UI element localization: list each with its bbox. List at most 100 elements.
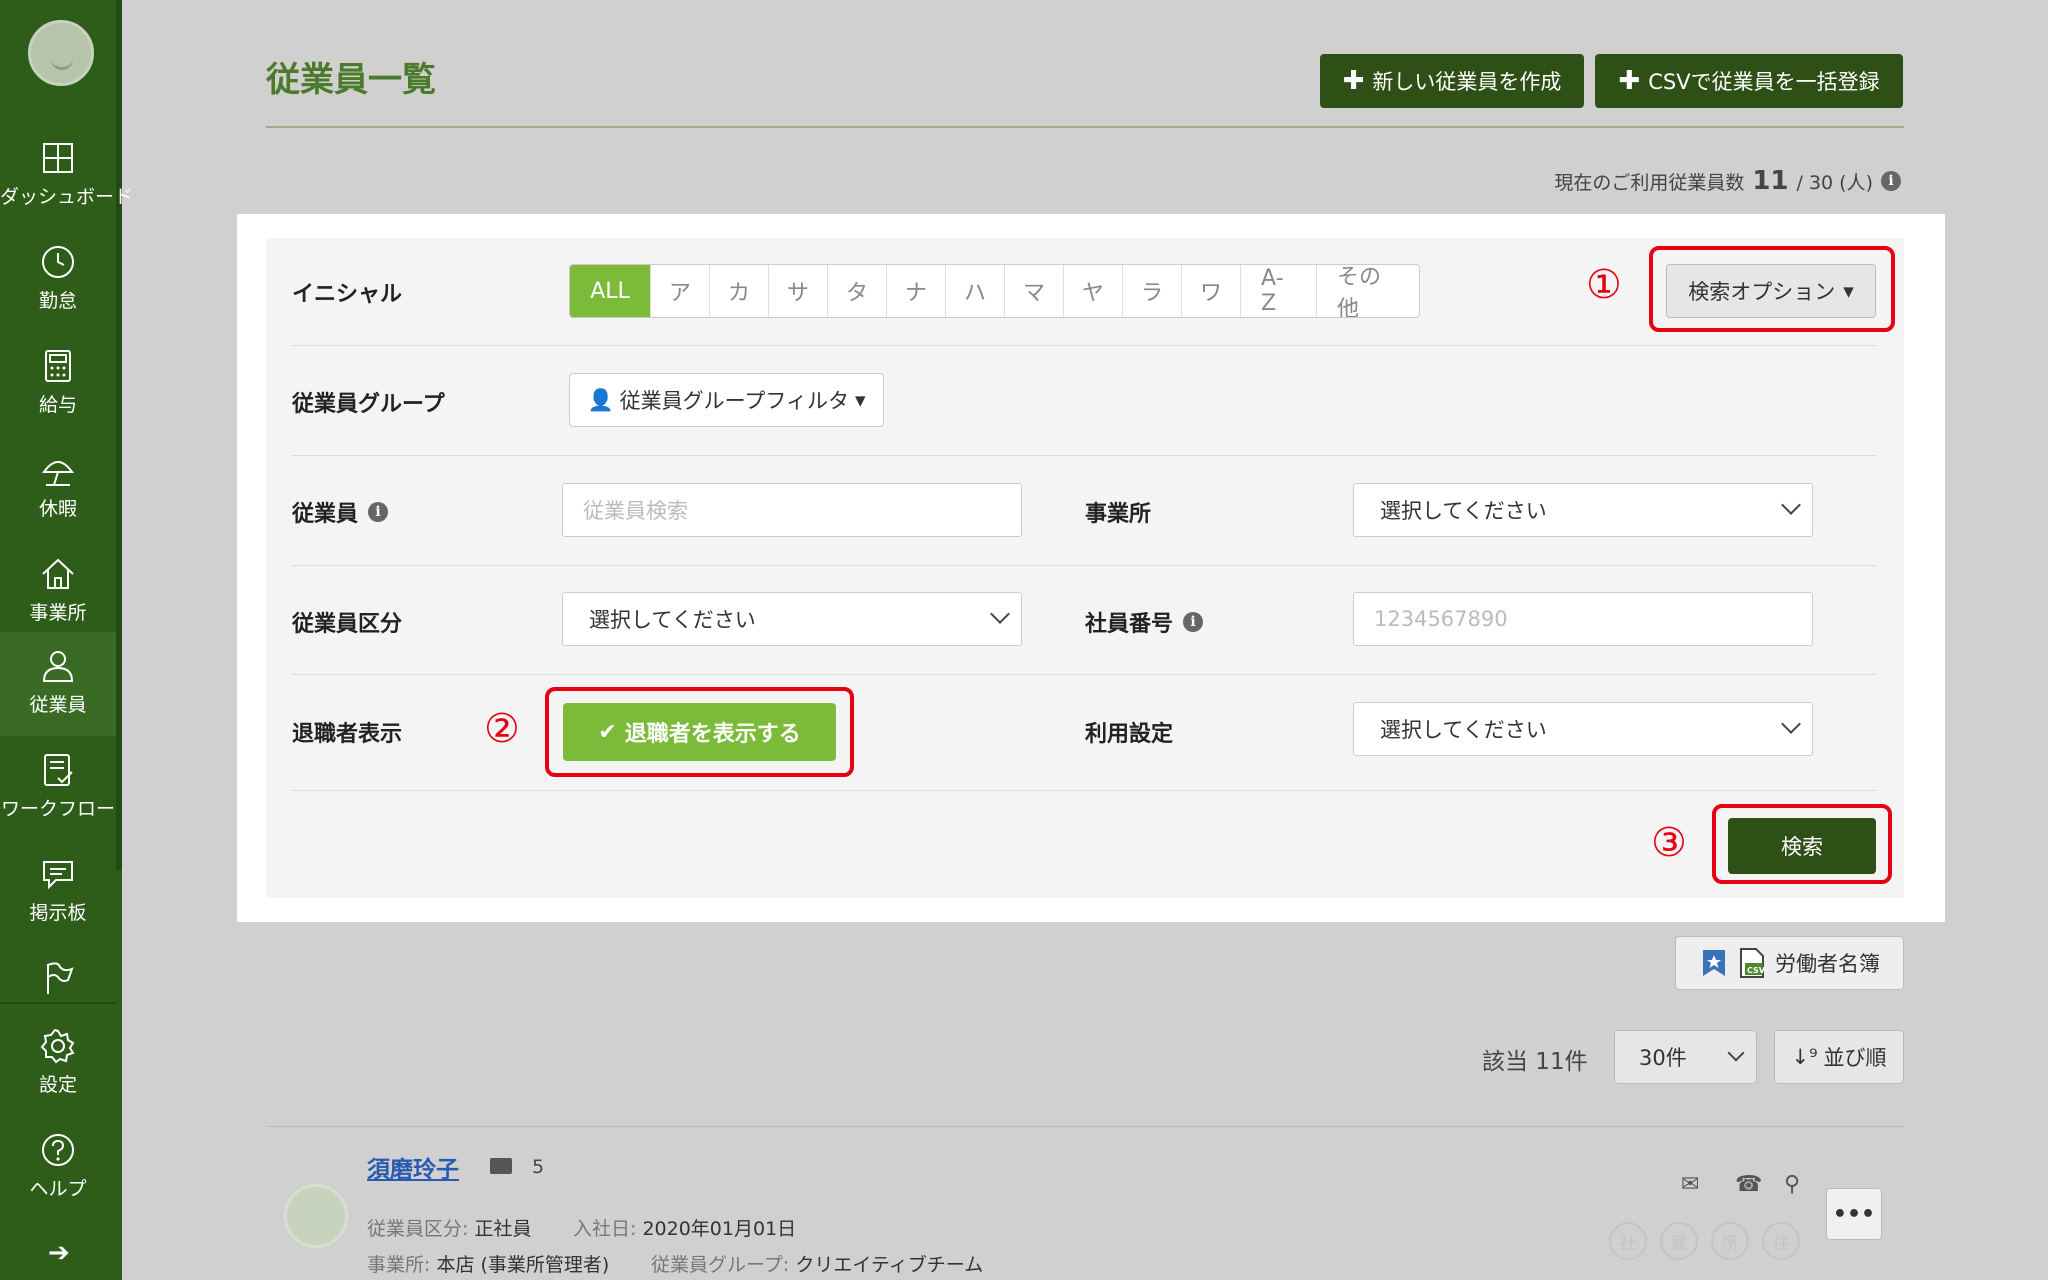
initial-wa[interactable]: ワ xyxy=(1182,265,1241,317)
office-select[interactable]: 選択してください xyxy=(1353,483,1813,537)
clock-icon xyxy=(42,246,74,278)
initial-na[interactable]: ナ xyxy=(887,265,946,317)
employee-avatar[interactable] xyxy=(284,1184,348,1248)
group-filter-dropdown[interactable]: 👤 従業員グループフィルタ ▾ xyxy=(569,373,884,427)
chevron-down-icon xyxy=(1781,714,1801,734)
collapse-arrow-icon[interactable]: ➔ xyxy=(48,1238,70,1268)
initial-sa[interactable]: サ xyxy=(769,265,828,317)
initial-ma[interactable]: マ xyxy=(1005,265,1064,317)
initial-all[interactable]: ALL xyxy=(570,265,651,317)
employee-number: 5 xyxy=(532,1156,545,1178)
employee-category-row: 従業員区分: 正社員 xyxy=(367,1214,531,1241)
sidebar-item-leave[interactable]: 休暇 xyxy=(0,436,116,540)
info-icon[interactable]: i xyxy=(1183,612,1204,632)
plus-icon: ✚ xyxy=(1618,66,1641,96)
sidebar-item-label: 設定 xyxy=(38,1074,77,1096)
location-pin-icon[interactable]: ⚲ xyxy=(1784,1172,1800,1197)
staff-no-label: 社員番号 xyxy=(1085,612,1174,637)
initial-ra[interactable]: ラ xyxy=(1123,265,1182,317)
group-filter-label: 従業員グループフィルタ xyxy=(619,389,849,413)
mail-icon[interactable]: ✉ xyxy=(1681,1172,1699,1197)
initial-ta[interactable]: タ xyxy=(828,265,887,317)
initial-ya[interactable]: ヤ xyxy=(1064,265,1123,317)
sidebar-item-flag[interactable] xyxy=(0,944,116,1000)
usage-setting-value: 選択してください xyxy=(1380,718,1547,742)
chevron-down-icon xyxy=(990,604,1010,624)
id-card-icon xyxy=(490,1158,512,1174)
sidebar-item-office[interactable]: 事業所 xyxy=(0,540,116,644)
employee-join-value: 2020年01月01日 xyxy=(642,1218,797,1240)
sidebar-item-label: 掲示板 xyxy=(29,902,87,924)
page-title: 従業員一覧 xyxy=(266,60,436,100)
sidebar-item-board[interactable]: 掲示板 xyxy=(0,840,116,944)
usage-count: 現在のご利用従業員数 11 / 30 (人) i xyxy=(1554,166,1901,196)
labor-roster-button[interactable]: CSV 労働者名簿 xyxy=(1675,936,1904,990)
initial-az[interactable]: A-Z xyxy=(1241,265,1317,317)
category-select[interactable]: 選択してください xyxy=(562,592,1022,646)
sidebar-item-label: 勤怠 xyxy=(38,290,77,312)
sidebar-item-label: ダッシュボード xyxy=(0,186,134,208)
new-employee-label: 新しい従業員を作成 xyxy=(1372,70,1562,94)
initial-a[interactable]: ア xyxy=(651,265,710,317)
phone-icon[interactable]: ☎ xyxy=(1735,1172,1762,1197)
result-count: 該当 11件 xyxy=(1482,1049,1588,1075)
sidebar-item-payroll[interactable]: 給与 xyxy=(0,332,116,436)
gear-icon xyxy=(40,1028,75,1064)
row-divider xyxy=(292,345,1876,346)
search-options-label: 検索オプション xyxy=(1688,280,1836,304)
category-select-value: 選択してください xyxy=(589,608,756,632)
row-divider xyxy=(292,455,1876,456)
chevron-down-icon xyxy=(1781,495,1801,515)
show-retired-label: 退職者を表示する xyxy=(624,722,801,747)
chat-icon xyxy=(43,861,73,890)
row-divider xyxy=(292,790,1876,791)
info-icon[interactable]: i xyxy=(368,502,389,522)
sidebar-item-help[interactable]: ヘルプ xyxy=(0,1116,116,1220)
employee-name-link[interactable]: 須磨玲子 xyxy=(367,1150,459,1184)
calculator-icon xyxy=(45,350,71,382)
employee-label: 従業員 xyxy=(292,502,359,527)
initial-other[interactable]: その他 xyxy=(1317,265,1419,317)
sidebar-item-workflow[interactable]: ワークフロー xyxy=(0,736,116,840)
more-actions-button[interactable]: ••• xyxy=(1826,1188,1882,1240)
sidebar-item-attendance[interactable]: 勤怠 xyxy=(0,228,116,332)
sidebar-item-dashboard[interactable]: ダッシュボード xyxy=(0,124,134,228)
sort-icon: ↓⁹ xyxy=(1791,1045,1818,1069)
office-label: 事業所 xyxy=(1085,502,1152,527)
umbrella-icon xyxy=(42,461,74,486)
usage-setting-select[interactable]: 選択してください xyxy=(1353,702,1813,756)
checklist-icon xyxy=(44,754,73,786)
sidebar-item-employee[interactable]: 従業員 xyxy=(0,632,116,736)
caret-down-icon: ▾ xyxy=(854,388,866,412)
user-icon: 👤 xyxy=(587,387,614,412)
badge-social-insurance: 社 xyxy=(1609,1222,1647,1260)
initial-ha[interactable]: ハ xyxy=(946,265,1005,317)
csv-register-button[interactable]: ✚ CSVで従業員を一括登録 xyxy=(1595,54,1903,108)
staff-no-input[interactable]: 1234567890 xyxy=(1353,592,1813,646)
sidebar-item-label: ワークフロー xyxy=(0,798,115,820)
plus-icon: ✚ xyxy=(1342,66,1365,96)
initial-ka[interactable]: カ xyxy=(710,265,769,317)
usage-label: 現在のご利用従業員数 xyxy=(1554,171,1745,194)
staff-no-label-row: 社員番号 i xyxy=(1085,606,1204,638)
bookmark-star-icon xyxy=(1703,950,1725,976)
annotation-1: ① xyxy=(1586,262,1622,308)
sidebar-item-settings[interactable]: 設定 xyxy=(0,1012,116,1116)
sidebar-item-label: ヘルプ xyxy=(29,1178,87,1200)
sidebar-scrollbar[interactable] xyxy=(116,0,122,870)
chevron-down-icon xyxy=(1727,1044,1745,1062)
office-select-value: 選択してください xyxy=(1380,499,1547,523)
user-avatar[interactable] xyxy=(28,20,94,86)
sidebar: ダッシュボード 勤怠 給与 休暇 事業所 従業員 ワークフロー 掲示板 設定 ヘ… xyxy=(0,0,134,1280)
search-options-button[interactable]: 検索オプション ▾ xyxy=(1666,264,1876,318)
show-retired-toggle[interactable]: ✔ 退職者を表示する xyxy=(563,703,836,761)
employee-search-input[interactable]: 従業員検索 xyxy=(562,483,1022,537)
per-page-select[interactable]: 30件 xyxy=(1614,1030,1757,1084)
new-employee-button[interactable]: ✚ 新しい従業員を作成 xyxy=(1320,54,1584,108)
info-icon[interactable]: i xyxy=(1881,171,1901,191)
employee-join-row: 入社日: 2020年01月01日 xyxy=(573,1214,796,1241)
search-button[interactable]: 検索 xyxy=(1728,818,1876,874)
sort-button[interactable]: ↓⁹ 並び順 xyxy=(1774,1030,1904,1084)
list-divider xyxy=(266,1126,1904,1127)
search-panel xyxy=(266,238,1904,898)
